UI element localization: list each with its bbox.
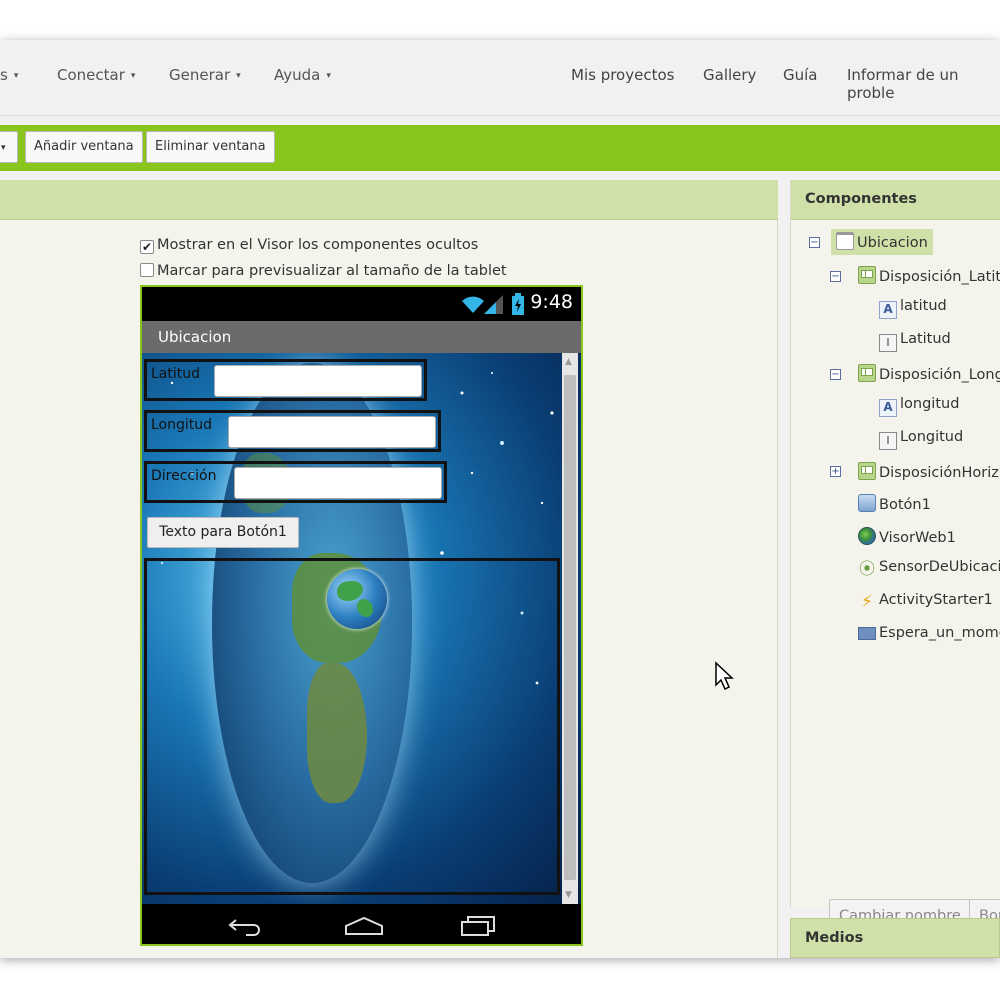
activity-starter-icon: ⚡ (861, 592, 873, 612)
tree-item-longitud-textbox[interactable]: I Longitud (879, 429, 963, 455)
phone-nav-bar (142, 904, 581, 944)
tree-item-latitud-textbox[interactable]: I Latitud (879, 331, 951, 357)
battery-icon (512, 293, 524, 315)
app-title-bar: Ubicacion (142, 321, 581, 353)
menu-build[interactable]: Generar ▾ (169, 66, 241, 84)
phone-preview: 9:48 Ubicacion Latitud Longitud Direcció… (140, 285, 583, 946)
top-menu-bar: s ▾ Conectar ▾ Generar ▾ Ayuda ▾ Mis proyect… (0, 40, 1000, 116)
screen-toolbar: ▾ Añadir ventana Eliminar ventana (0, 125, 1000, 171)
webviewer-icon (858, 527, 876, 545)
arrangement-icon (858, 462, 876, 480)
tree-item-visorweb1[interactable]: VisorWeb1 (858, 527, 956, 553)
tree-item-ubicacion[interactable]: Ubicacion (831, 229, 933, 255)
chevron-down-icon: ▾ (130, 70, 136, 81)
phone-status-bar: 9:48 (142, 287, 581, 321)
longitude-label: Longitud (151, 417, 213, 433)
components-title: Componentes (805, 191, 917, 207)
show-hidden-label: Mostrar en el Visor los componentes ocul… (157, 237, 479, 253)
longitude-arrangement: Longitud (144, 410, 441, 452)
status-clock: 9:48 (530, 291, 573, 313)
tree-item-sensor-ubicacion[interactable]: ⦿ SensorDeUbicaci (858, 559, 1000, 585)
menu-connect[interactable]: Conectar ▾ (57, 66, 135, 84)
tree-item-activity-starter[interactable]: ⚡ ActivityStarter1 (858, 592, 993, 618)
address-label: Dirección (151, 468, 217, 484)
latitude-arrangement: Latitud (144, 359, 427, 401)
notifier-icon (858, 627, 876, 640)
tablet-preview-checkbox[interactable] (140, 263, 154, 277)
tree-item-notifier[interactable]: Espera_un_mome (858, 625, 1000, 651)
recent-apps-icon[interactable] (460, 915, 496, 937)
location-sensor-icon: ⦿ (858, 559, 875, 578)
chevron-down-icon: ▾ (236, 70, 241, 81)
screen-select-dropdown[interactable]: ▾ (0, 131, 18, 163)
expand-toggle-icon[interactable]: + (830, 466, 841, 477)
tree-item-disposicion-horiz[interactable]: DisposiciónHoriz (858, 462, 999, 488)
collapse-toggle-icon[interactable]: − (830, 271, 841, 282)
nav-report-issue[interactable]: Informar de un proble (847, 66, 1000, 102)
latitude-label: Latitud (151, 366, 201, 382)
viewer-panel: ✔ Mostrar en el Visor los componentes ocu… (0, 180, 778, 958)
app-title: Ubicacion (158, 328, 232, 346)
address-textbox[interactable] (234, 467, 442, 499)
label-icon: A (879, 301, 897, 319)
nav-my-projects[interactable]: Mis proyectos (571, 66, 674, 84)
tree-item-latitud-label[interactable]: Alatitud (879, 298, 947, 324)
phone-scrollbar[interactable]: ▲ ▼ (562, 353, 578, 904)
arrangement-icon (858, 364, 876, 382)
label-icon: A (879, 399, 897, 417)
media-panel: Medios (790, 918, 1000, 958)
show-hidden-checkbox[interactable]: ✔ (140, 240, 154, 254)
mouse-cursor-icon (715, 661, 734, 691)
longitude-textbox[interactable] (228, 416, 436, 448)
chevron-down-icon: ▾ (13, 70, 19, 81)
wifi-icon (462, 296, 484, 313)
latitude-textbox[interactable] (214, 365, 422, 397)
components-header: Componentes (791, 180, 1000, 220)
signal-icon (484, 295, 503, 314)
tree-item-disposicion-longitud[interactable]: Disposición_Long (858, 364, 1000, 390)
menu-projects[interactable]: s ▾ (0, 66, 18, 84)
collapse-toggle-icon[interactable]: − (830, 369, 841, 380)
phone-button[interactable]: Texto para Botón1 (147, 517, 299, 548)
home-icon[interactable] (344, 916, 384, 936)
scroll-thumb[interactable] (564, 375, 576, 880)
arrangement-icon (858, 266, 876, 284)
textbox-icon: I (879, 432, 897, 450)
remove-screen-button[interactable]: Eliminar ventana (146, 131, 275, 163)
nav-guide[interactable]: Guía (783, 66, 818, 84)
app-window: s ▾ Conectar ▾ Generar ▾ Ayuda ▾ Mis proyect… (0, 40, 1000, 958)
globe-icon (327, 569, 387, 629)
tablet-preview-row: Marcar para previsualizar al tamaño de l… (140, 263, 507, 279)
web-viewer[interactable] (144, 558, 560, 895)
chevron-down-icon: ▾ (326, 70, 331, 81)
tree-item-boton1[interactable]: Botón1 (858, 494, 931, 520)
collapse-toggle-icon[interactable]: − (809, 237, 820, 248)
menu-help[interactable]: Ayuda ▾ (274, 66, 331, 84)
tree-item-longitud-label[interactable]: Alongitud (879, 396, 959, 422)
button-icon (858, 494, 876, 512)
nav-gallery[interactable]: Gallery (703, 66, 756, 84)
textbox-icon: I (879, 334, 897, 352)
screen-icon (836, 232, 854, 250)
media-title: Medios (805, 930, 864, 946)
show-hidden-row: ✔ Mostrar en el Visor los componentes ocu… (140, 237, 478, 254)
scroll-up-icon[interactable]: ▲ (565, 357, 572, 367)
scroll-down-icon[interactable]: ▼ (565, 890, 572, 900)
chevron-down-icon: ▾ (1, 143, 6, 153)
add-screen-button[interactable]: Añadir ventana (25, 131, 143, 163)
tree-item-disposicion-latitud[interactable]: Disposición_Latit (858, 266, 1000, 292)
tablet-preview-label: Marcar para previsualizar al tamaño de l… (157, 263, 507, 279)
phone-screen: Latitud Longitud Dirección Texto para Bo… (142, 353, 581, 904)
components-panel: Componentes − Ubicacion − Disposición_La… (790, 180, 1000, 933)
viewer-header (0, 180, 778, 220)
back-icon[interactable] (228, 916, 264, 936)
address-arrangement: Dirección (144, 461, 447, 503)
